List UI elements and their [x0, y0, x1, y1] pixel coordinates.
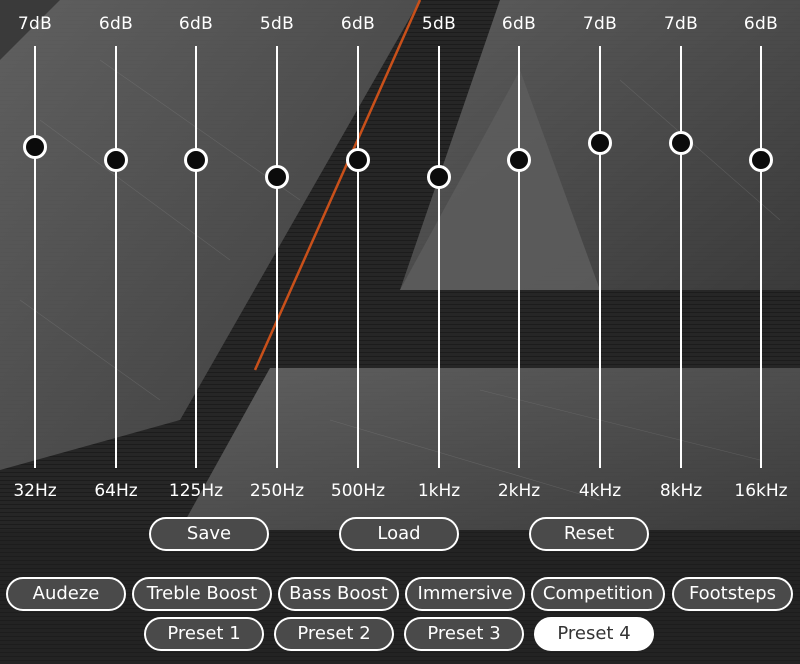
band-8khz: 7dB 8kHz	[641, 0, 721, 520]
slider-track[interactable]	[34, 46, 36, 468]
band-500hz: 6dB 500Hz	[318, 0, 398, 520]
slider-knob[interactable]	[184, 147, 208, 172]
slider-track[interactable]	[760, 46, 762, 468]
preset-footsteps[interactable]: Footsteps	[672, 577, 793, 611]
preset-1[interactable]: Preset 1	[144, 617, 264, 651]
gain-label: 7dB	[17, 14, 53, 34]
frequency-label: 64Hz	[94, 481, 138, 501]
frequency-label: 250Hz	[249, 481, 305, 501]
save-button[interactable]: Save	[149, 517, 269, 551]
slider-track[interactable]	[276, 46, 278, 468]
band-16khz: 6dB 16kHz	[721, 0, 800, 520]
slider-track[interactable]	[680, 46, 682, 468]
band-125hz: 6dB 125Hz	[156, 0, 236, 520]
frequency-label: 8kHz	[659, 481, 703, 501]
frequency-label: 125Hz	[168, 481, 224, 501]
gain-label: 7dB	[663, 14, 699, 34]
slider-knob[interactable]	[749, 147, 773, 172]
gain-label: 5dB	[259, 14, 295, 34]
load-button[interactable]: Load	[339, 517, 459, 551]
slider-track[interactable]	[115, 46, 117, 468]
frequency-label: 16kHz	[734, 481, 788, 501]
gain-label: 6dB	[743, 14, 779, 34]
preset-immersive[interactable]: Immersive	[405, 577, 525, 611]
gain-label: 6dB	[340, 14, 376, 34]
band-4khz: 7dB 4kHz	[560, 0, 640, 520]
slider-knob[interactable]	[427, 164, 451, 189]
frequency-label: 4kHz	[578, 481, 622, 501]
slider-knob[interactable]	[265, 164, 289, 189]
slider-knob[interactable]	[23, 135, 47, 160]
slider-knob[interactable]	[669, 131, 693, 156]
band-64hz: 6dB 64Hz	[76, 0, 156, 520]
frequency-label: 32Hz	[13, 481, 57, 501]
band-1khz: 5dB 1kHz	[399, 0, 479, 520]
gain-label: 5dB	[421, 14, 457, 34]
preset-4[interactable]: Preset 4	[534, 617, 654, 651]
gain-label: 6dB	[501, 14, 537, 34]
slider-knob[interactable]	[346, 147, 370, 172]
preset-3[interactable]: Preset 3	[404, 617, 524, 651]
band-2khz: 6dB 2kHz	[479, 0, 559, 520]
slider-track[interactable]	[195, 46, 197, 468]
slider-track[interactable]	[357, 46, 359, 468]
preset-competition[interactable]: Competition	[531, 577, 665, 611]
preset-2[interactable]: Preset 2	[274, 617, 394, 651]
gain-label: 6dB	[98, 14, 134, 34]
frequency-label: 2kHz	[497, 481, 541, 501]
preset-bass-boost[interactable]: Bass Boost	[278, 577, 399, 611]
frequency-label: 1kHz	[417, 481, 461, 501]
slider-track[interactable]	[518, 46, 520, 468]
preset-audeze[interactable]: Audeze	[6, 577, 126, 611]
band-250hz: 5dB 250Hz	[237, 0, 317, 520]
slider-knob[interactable]	[104, 147, 128, 172]
reset-button[interactable]: Reset	[529, 517, 649, 551]
slider-knob[interactable]	[507, 147, 531, 172]
gain-label: 7dB	[582, 14, 618, 34]
gain-label: 6dB	[178, 14, 214, 34]
slider-track[interactable]	[438, 46, 440, 468]
slider-track[interactable]	[599, 46, 601, 468]
band-32hz: 7dB 32Hz	[0, 0, 75, 520]
slider-knob[interactable]	[588, 131, 612, 156]
frequency-label: 500Hz	[330, 481, 386, 501]
preset-treble-boost[interactable]: Treble Boost	[132, 577, 272, 611]
